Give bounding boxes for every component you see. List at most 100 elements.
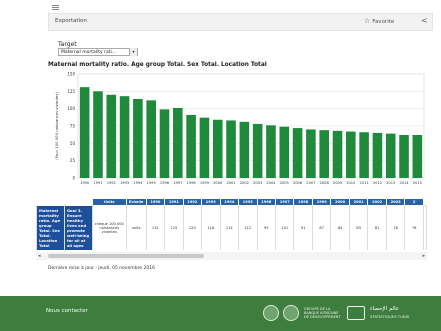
- stat-logo-icon: [347, 306, 365, 320]
- favorite-button[interactable]: ☆ Favorite: [364, 17, 394, 25]
- value-cell: 120: [182, 205, 203, 250]
- last-update-text: Dernière mise à jour : jeudi, 05 novembr…: [48, 266, 155, 271]
- x-tick-label: 1990: [80, 181, 90, 185]
- bar-chart: 0 25 50 75 100 125 150 (Pour 100 000 naissances…: [54, 72, 425, 185]
- value-cell: 81: [367, 205, 387, 250]
- x-tick-label: 2003: [253, 181, 262, 185]
- x-tick-label: 1991: [93, 181, 102, 185]
- bar: [212, 119, 223, 178]
- bar: [385, 133, 396, 178]
- scrollbar-thumb[interactable]: [48, 254, 204, 258]
- corner-cell: [36, 198, 65, 206]
- column-header: Échelle: [125, 198, 147, 206]
- x-tick-label: 2015: [413, 181, 422, 185]
- x-tick-label: 1997: [173, 181, 182, 185]
- target-label: Target: [58, 41, 77, 48]
- value-cell: 78: [385, 205, 406, 250]
- value-cell: 99: [256, 205, 276, 250]
- value-cell: 101: [274, 205, 295, 250]
- year-column-header: 2000: [330, 198, 350, 206]
- y-tick-label: 50: [70, 141, 76, 146]
- year-column-header: 1991: [164, 198, 184, 206]
- value-cell: [423, 205, 427, 250]
- afdb-emblem-icon: [263, 305, 279, 321]
- toolbar-title: Exportation: [55, 18, 87, 24]
- row-header-indicator: Maternal mortality ratio. Age group Tota…: [36, 205, 65, 250]
- x-tick-label: 1995: [147, 181, 156, 185]
- menu-icon[interactable]: [52, 5, 59, 10]
- bar: [319, 130, 329, 178]
- bar: [292, 128, 303, 178]
- x-tick-label: 2008: [320, 181, 330, 185]
- bar: [332, 130, 343, 178]
- target-select[interactable]: Maternal mortality rati... ▾: [58, 48, 138, 56]
- x-tick-label: 2001: [226, 181, 235, 185]
- x-tick-label: 1992: [107, 181, 116, 185]
- chevron-down-icon: ▾: [129, 48, 137, 56]
- stat-name: عالم الإحصاء: [370, 306, 400, 312]
- y-tick-label: 100: [67, 106, 75, 111]
- year-column-header: 1998: [293, 198, 313, 206]
- export-toolbar: Exportation ☆ Favorite <: [48, 13, 433, 31]
- share-icon[interactable]: <: [421, 16, 428, 25]
- x-tick-label: 2010: [346, 181, 356, 185]
- bar: [412, 135, 423, 178]
- value-cell: 84: [330, 205, 350, 250]
- favorite-label: Favorite: [372, 19, 395, 25]
- bar: [346, 131, 356, 178]
- x-tick-label: 2013: [386, 181, 395, 185]
- corner-cell: [63, 198, 93, 206]
- bar: [306, 129, 316, 178]
- bar: [79, 87, 90, 178]
- bar: [93, 91, 103, 178]
- x-tick-label: 2014: [399, 181, 409, 185]
- x-tick-label: 2002: [240, 181, 249, 185]
- bar: [199, 117, 210, 178]
- data-table: Units Échelle 1990 1991 1992 1993 1994 1995 1996…: [36, 198, 427, 250]
- bar: [146, 100, 156, 178]
- bar: [106, 94, 117, 178]
- value-cell: 91: [293, 205, 313, 250]
- year-column-header: 1999: [311, 198, 332, 206]
- year-column-header: 2: [404, 198, 424, 206]
- bar: [159, 109, 170, 178]
- year-column-header: 2001: [348, 198, 369, 206]
- x-tick-label: 2000: [213, 181, 223, 185]
- bar: [119, 96, 130, 178]
- x-tick-label: 2006: [293, 181, 303, 185]
- y-tick-label: 0: [72, 176, 75, 181]
- x-tick-label: 2005: [280, 181, 289, 185]
- bar: [266, 125, 276, 178]
- bar: [239, 121, 250, 178]
- data-table-container: Units Échelle 1990 1991 1992 1993 1994 1995 1996…: [36, 198, 427, 250]
- scroll-left-arrow-icon[interactable]: ◂: [38, 253, 41, 259]
- value-cell: 125: [164, 205, 184, 250]
- y-tick-label: 125: [67, 89, 75, 94]
- value-cell: 131: [145, 205, 166, 250]
- bar: [133, 98, 143, 178]
- year-column-header: 2002: [367, 198, 387, 206]
- value-cell: 76: [404, 205, 424, 250]
- x-tick-label: 1996: [160, 181, 170, 185]
- value-cell: 112: [238, 205, 258, 250]
- contact-link[interactable]: Nous contacter: [46, 308, 88, 314]
- bar: [252, 123, 263, 178]
- scroll-right-arrow-icon[interactable]: ▸: [422, 253, 425, 259]
- afdb-label: GROUPE DE LA BANQUE AFRICAINE DE DÉVELOP…: [304, 307, 341, 319]
- footer: Nous contacter GROUPE DE LA BANQUE AFRIC…: [0, 296, 441, 331]
- table-horizontal-scrollbar[interactable]: ◂ ▸: [36, 252, 427, 260]
- stat-sub: STATISTIQUES TUNIS: [370, 314, 410, 319]
- scale-cell: units: [125, 205, 147, 250]
- units-cell: cheque 100 000 naissances vivantes: [91, 205, 127, 250]
- x-tick-label: 2011: [360, 181, 369, 185]
- x-tick-label: 2004: [266, 181, 276, 185]
- target-select-value: Maternal mortality rati...: [61, 50, 117, 55]
- bar: [279, 126, 290, 178]
- year-column-header: 1997: [274, 198, 295, 206]
- x-tick-label: 1994: [133, 181, 143, 185]
- value-cell: 83: [348, 205, 369, 250]
- year-column-header: 1990: [145, 198, 166, 206]
- y-tick-label: 75: [70, 124, 76, 129]
- bar: [372, 132, 383, 178]
- x-tick-label: 2012: [373, 181, 382, 185]
